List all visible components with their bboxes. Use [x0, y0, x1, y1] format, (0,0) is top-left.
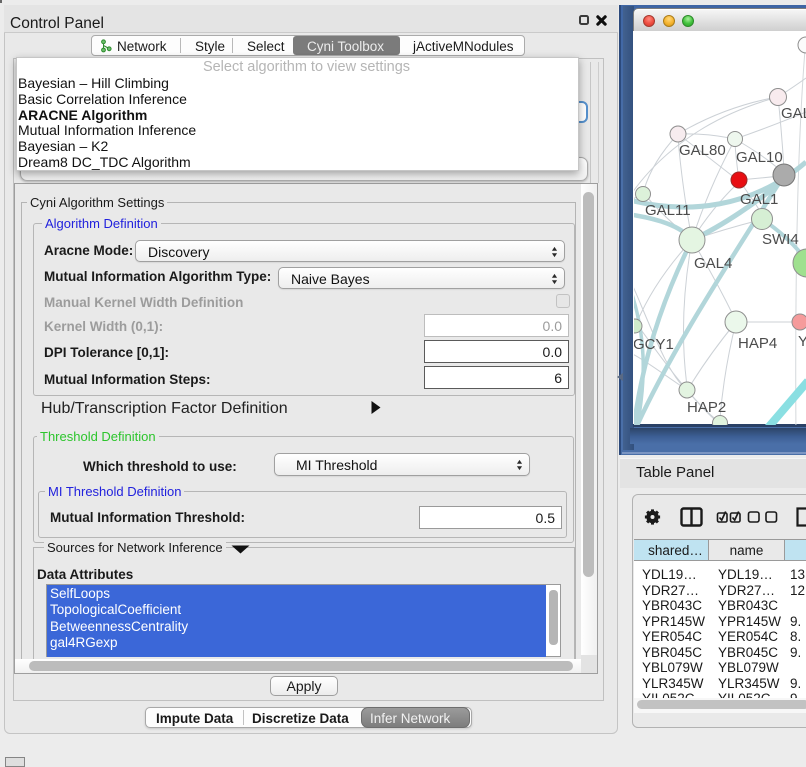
svg-text:GAL11: GAL11 [645, 202, 691, 219]
svg-text:GAL10: GAL10 [736, 149, 783, 166]
svg-text:Y: Y [798, 333, 806, 350]
svg-text:GCY1: GCY1 [634, 336, 674, 353]
svg-text:GAL80: GAL80 [679, 142, 726, 159]
svg-text:HAP2: HAP2 [687, 399, 726, 416]
svg-text:GAL7: GAL7 [781, 105, 806, 122]
svg-text:GAL4: GAL4 [694, 255, 732, 272]
svg-text:GAL1: GAL1 [740, 191, 778, 208]
svg-text:SWI4: SWI4 [762, 231, 799, 248]
svg-text:HAP4: HAP4 [738, 335, 777, 352]
